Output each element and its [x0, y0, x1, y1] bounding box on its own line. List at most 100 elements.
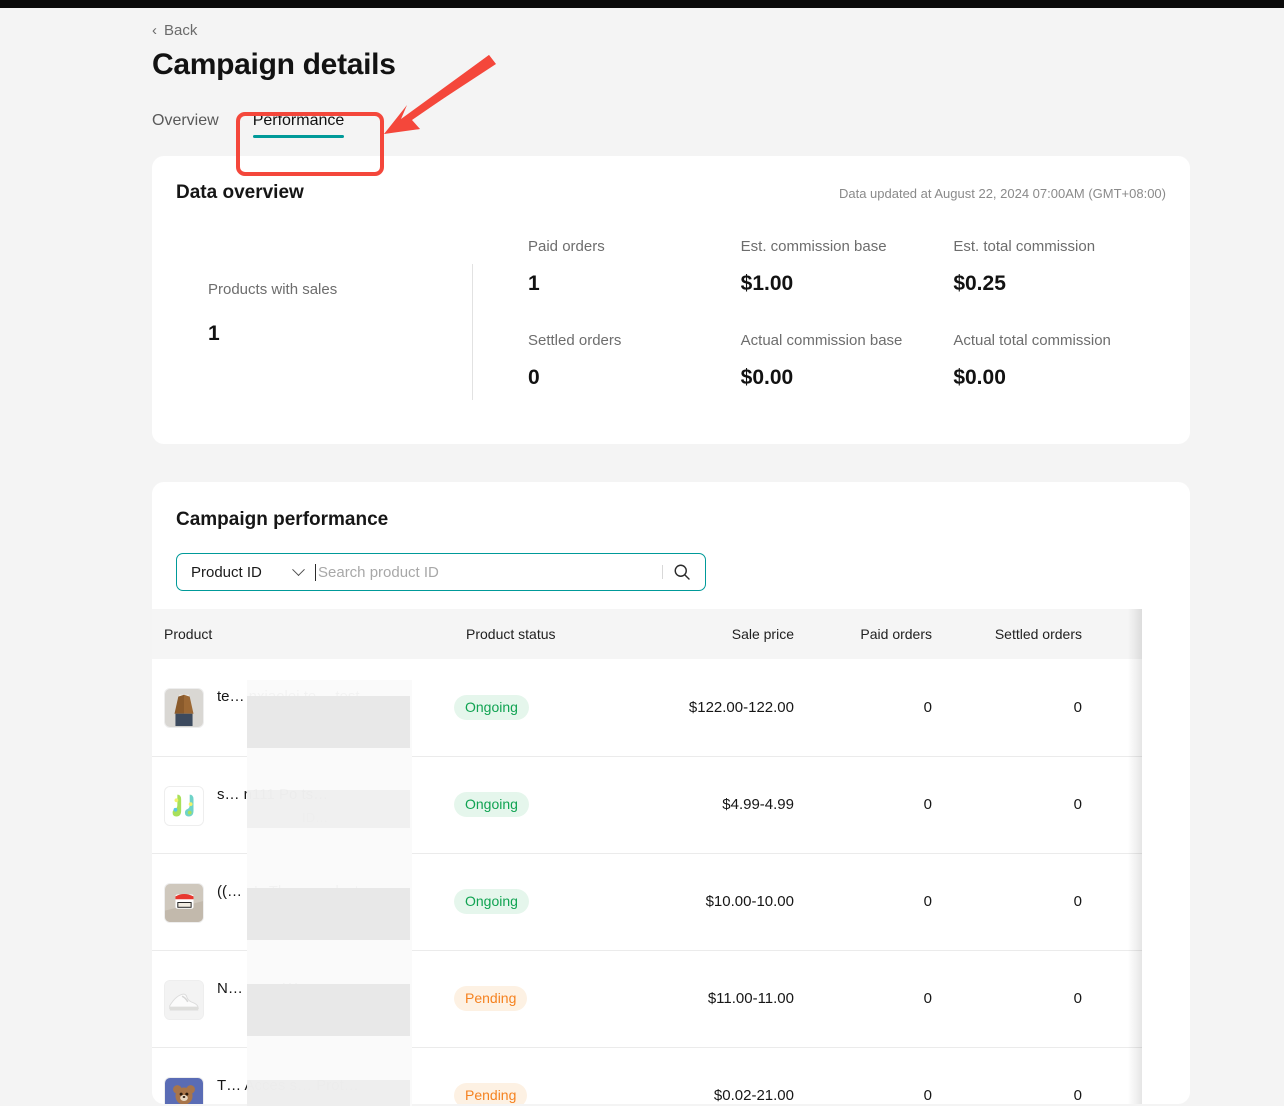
input-divider — [662, 565, 663, 579]
metric-actual-commission-base: Actual commission base $0.00 — [741, 332, 954, 426]
cell-settled-orders: 0 — [932, 659, 1082, 756]
product-name: te… nxiaolei te… test … — [217, 686, 379, 707]
cell-status: Ongoing — [454, 659, 622, 756]
metrics-grid: Paid orders 1 Est. commission base $1.00… — [473, 238, 1166, 426]
product-name: s… n111 Po ts… — [217, 784, 328, 805]
metric-value: 0 — [528, 366, 741, 390]
table-row[interactable]: T… Acces s… Prot… ID… Pending $0.02- — [152, 1047, 1142, 1104]
metric-label: Est. total commission — [953, 238, 1166, 255]
product-text: s… n111 Po ts… ID… — [217, 784, 328, 825]
brown-jacket-thumb — [164, 688, 204, 728]
search-field-select[interactable]: Product ID — [177, 554, 315, 590]
product-search-bar[interactable]: Product ID — [176, 553, 706, 591]
cell-sale-price: $4.99-4.99 — [622, 756, 794, 853]
cell-sale-price: $122.00-122.00 — [622, 659, 794, 756]
search-input[interactable] — [316, 564, 662, 581]
cell-paid-amount: $0.00 — [1082, 950, 1142, 1047]
search-input-wrap[interactable] — [315, 554, 705, 590]
data-overview-card: Data overview Data updated at August 22,… — [152, 156, 1190, 444]
chevron-down-icon — [292, 563, 305, 576]
data-overview-title: Data overview — [176, 182, 304, 204]
cell-product: te… nxiaolei te… test … ID… — [152, 659, 454, 756]
product-text: ((… n's Ther m… lvet … ID… — [217, 881, 378, 922]
cell-status: Pending — [454, 1047, 622, 1104]
product-info: N… sney W… ID… — [164, 978, 454, 1020]
metric-est-commission-base: Est. commission base $1.00 — [741, 238, 954, 332]
status-badge: Pending — [454, 1083, 527, 1104]
tab-performance[interactable]: Performance — [253, 112, 345, 141]
product-id: ID… — [217, 1004, 312, 1019]
metric-label: Est. commission base — [741, 238, 954, 255]
metric-label: Actual commission base — [741, 332, 954, 349]
data-overview-header: Data overview Data updated at August 22,… — [176, 182, 1166, 204]
search-field-select-value: Product ID — [191, 564, 262, 581]
table-header: Product Product status Sale price Paid o… — [152, 609, 1142, 659]
cell-status: Pending — [454, 950, 622, 1047]
campaign-performance-card: Campaign performance Product ID — [152, 482, 1190, 1104]
col-product-status[interactable]: Product status — [454, 609, 622, 659]
products-with-sales-value: 1 — [208, 322, 472, 346]
product-info: ((… n's Ther m… lvet … ID… — [164, 881, 454, 923]
product-name: ((… n's Ther m… lvet … — [217, 881, 378, 902]
cell-paid-amount: $0.00 — [1082, 756, 1142, 853]
chevron-left-icon: ‹ — [152, 23, 157, 38]
cell-settled-orders: 0 — [932, 950, 1082, 1047]
page-header: ‹ Back Campaign details — [0, 8, 1284, 82]
metric-actual-total-commission: Actual total commission $0.00 — [953, 332, 1166, 426]
col-paid-orders[interactable]: Paid orders — [794, 609, 932, 659]
product-id: ID… — [217, 810, 328, 825]
col-sale-price[interactable]: Sale price — [622, 609, 794, 659]
metric-value: $0.00 — [953, 366, 1166, 390]
back-button[interactable]: ‹ Back — [152, 22, 197, 39]
red-charm-thumb — [164, 883, 204, 923]
cell-paid-amount: $0.00 — [1082, 1047, 1142, 1104]
search-icon[interactable] — [672, 562, 692, 582]
cell-paid-amount: $0.00 — [1082, 853, 1142, 950]
cell-paid-orders: 0 — [794, 853, 932, 950]
metric-value: $0.00 — [741, 366, 954, 390]
top-black-bar — [0, 0, 1284, 8]
product-text: N… sney W… ID… — [217, 978, 312, 1019]
campaign-performance-title: Campaign performance — [152, 509, 1190, 531]
cell-paid-orders: 0 — [794, 659, 932, 756]
metric-value: $0.25 — [953, 272, 1166, 296]
products-with-sales-metric: Products with sales 1 — [176, 238, 472, 388]
product-text: te… nxiaolei te… test … ID… — [217, 686, 379, 727]
table-row[interactable]: N… sney W… ID… Pending $11.00-11.00 0 — [152, 950, 1142, 1047]
metric-value: $1.00 — [741, 272, 954, 296]
metric-label: Actual total commission — [953, 332, 1166, 349]
metric-value: 1 — [528, 272, 741, 296]
performance-table-scroll[interactable]: Product Product status Sale price Paid o… — [152, 609, 1142, 1104]
products-with-sales-label: Products with sales — [208, 281, 472, 298]
tab-bar: Overview Performance — [0, 112, 1284, 141]
metric-settled-orders: Settled orders 0 — [528, 332, 741, 426]
cell-product: T… Acces s… Prot… ID… — [152, 1047, 454, 1104]
white-sneaker-thumb — [164, 980, 204, 1020]
page-title: Campaign details — [152, 48, 1284, 82]
cell-product: N… sney W… ID… — [152, 950, 454, 1047]
status-badge: Ongoing — [454, 889, 529, 914]
green-socks-thumb — [164, 786, 204, 826]
table-row[interactable]: ((… n's Ther m… lvet … ID… Ongoing $10 — [152, 853, 1142, 950]
cell-paid-amount: $0.00 — [1082, 659, 1142, 756]
col-paid-amount[interactable]: Paid amount — [1082, 609, 1142, 659]
table-row[interactable]: te… nxiaolei te… test … ID… Ongoing $1 — [152, 659, 1142, 756]
product-info: T… Acces s… Prot… ID… — [164, 1075, 454, 1105]
metric-label: Settled orders — [528, 332, 741, 349]
cell-settled-orders: 0 — [932, 756, 1082, 853]
cell-sale-price: $11.00-11.00 — [622, 950, 794, 1047]
performance-table: Product Product status Sale price Paid o… — [152, 609, 1142, 1104]
tab-overview[interactable]: Overview — [152, 112, 219, 141]
bear-blue-thumb — [164, 1077, 204, 1105]
table-row[interactable]: s… n111 Po ts… ID… Ongoing $4.99-4.99 0 — [152, 756, 1142, 853]
product-id: ID… — [217, 1101, 359, 1105]
col-settled-orders[interactable]: Settled orders — [932, 609, 1082, 659]
table-header-row: Product Product status Sale price Paid o… — [152, 609, 1142, 659]
table-body: te… nxiaolei te… test … ID… Ongoing $1 — [152, 659, 1142, 1104]
cell-settled-orders: 0 — [932, 853, 1082, 950]
metric-label: Paid orders — [528, 238, 741, 255]
cell-product: s… n111 Po ts… ID… — [152, 756, 454, 853]
product-name: T… Acces s… Prot… — [217, 1075, 359, 1096]
col-product[interactable]: Product — [152, 609, 454, 659]
status-badge: Ongoing — [454, 792, 529, 817]
